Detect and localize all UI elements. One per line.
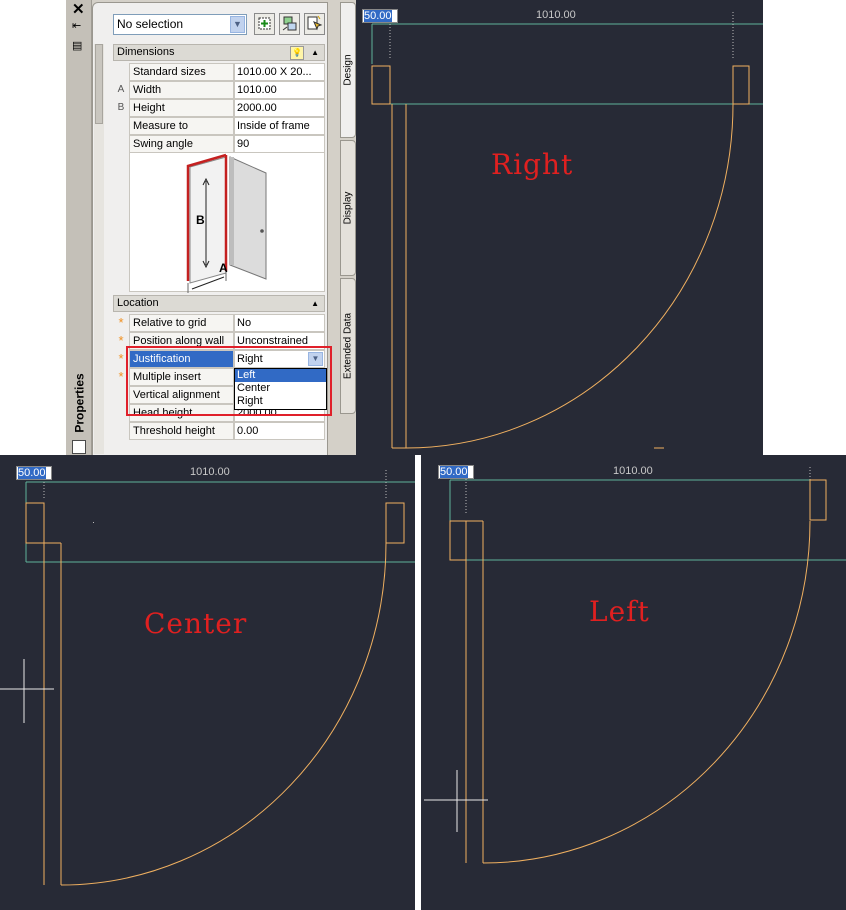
dimensions-section-header[interactable]: Dimensions 💡 ▲ — [113, 44, 325, 61]
diagram-label-a: A — [219, 261, 228, 275]
tab-design[interactable]: Design — [340, 2, 356, 138]
property-row-relative-to-grid[interactable]: * Relative to grid No — [113, 314, 325, 332]
viewport-right[interactable]: 50.00 1010.00 Right — [356, 0, 763, 455]
add-icon[interactable] — [254, 13, 275, 35]
palette-status-icon[interactable] — [72, 440, 86, 454]
viewport-label-right: Right — [491, 148, 574, 181]
properties-menu-icon[interactable]: ▤ — [72, 40, 86, 52]
viewport-label-center: Center — [144, 607, 248, 640]
dimension-input[interactable]: 50.00 — [438, 465, 474, 479]
diagram-label-b: B — [196, 213, 205, 227]
door-dimension-diagram: B A — [129, 152, 325, 293]
justification-highlight-box — [126, 346, 332, 416]
scrollbar-thumb[interactable] — [95, 44, 103, 124]
quick-select-icon[interactable] — [279, 13, 300, 35]
pick-objects-icon[interactable] — [304, 13, 325, 35]
dimension-input[interactable]: 50.00 — [362, 9, 398, 23]
lightbulb-icon[interactable]: 💡 — [290, 46, 304, 60]
dimension-input[interactable]: 50.00 — [16, 466, 52, 480]
tab-display[interactable]: Display — [340, 140, 356, 276]
viewport-center[interactable]: 50.00 1010.00 Center — [0, 455, 415, 910]
collapse-arrow-icon[interactable]: ▲ — [311, 296, 319, 311]
selection-value: No selection — [117, 17, 184, 31]
viewport-left[interactable]: 50.00 1010.00 Left — [421, 455, 846, 910]
tab-extended-data[interactable]: Extended Data — [340, 278, 356, 414]
chevron-down-icon[interactable]: ▼ — [230, 16, 245, 33]
palette-scrollbar[interactable] — [94, 44, 104, 454]
property-row-swing-angle[interactable]: Swing angle 90 — [113, 135, 325, 153]
property-row-height[interactable]: B Height 2000.00 — [113, 99, 325, 117]
property-row-threshold-height[interactable]: Threshold height 0.00 — [113, 422, 325, 440]
auto-hide-icon[interactable]: ⇤ — [72, 20, 86, 32]
property-row-standard-sizes[interactable]: Standard sizes 1010.00 X 20... — [113, 63, 325, 81]
dimension-value: 1010.00 — [611, 465, 655, 477]
palette-tabs: Design Display Extended Data — [340, 0, 356, 455]
close-icon[interactable]: ✕ — [72, 0, 85, 18]
collapse-arrow-icon[interactable]: ▲ — [311, 45, 319, 60]
dimension-value: 1010.00 — [188, 466, 232, 478]
dimension-value: 1010.00 — [534, 9, 578, 21]
viewport-label-left: Left — [589, 595, 650, 628]
palette-title: Properties — [72, 373, 87, 433]
location-section-header[interactable]: Location ▲ — [113, 295, 325, 312]
palette-titlebar[interactable]: ✕ ⇤ ▤ Properties — [66, 0, 92, 455]
selection-dropdown[interactable]: No selection ▼ — [113, 14, 247, 35]
property-row-width[interactable]: A Width 1010.00 — [113, 81, 325, 99]
property-row-measure-to[interactable]: Measure to Inside of frame — [113, 117, 325, 135]
